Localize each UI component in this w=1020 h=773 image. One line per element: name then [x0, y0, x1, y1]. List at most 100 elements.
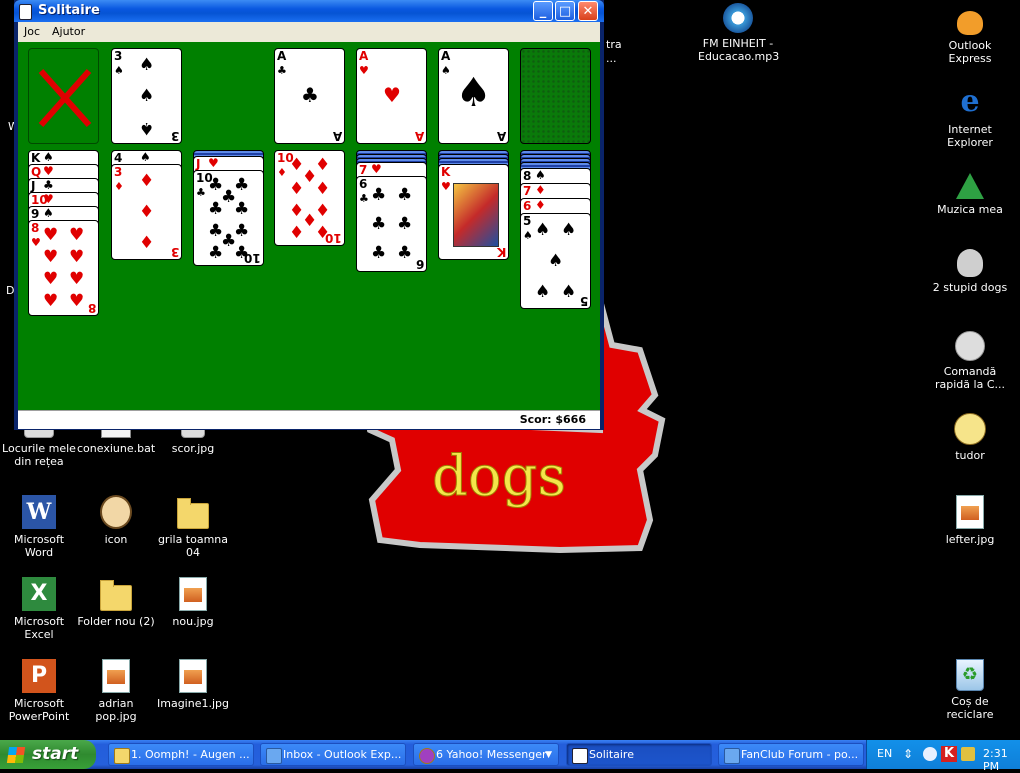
- card-pip: ♣: [371, 185, 387, 205]
- card-ace-spade: ♠: [455, 70, 492, 116]
- clock[interactable]: 2:31 PM: [983, 747, 1020, 773]
- task-label: 6 Yahoo! Messenger: [436, 748, 547, 761]
- card-pip: ♠: [561, 220, 577, 240]
- solitaire-app-icon: [19, 4, 32, 20]
- x-icon: [38, 69, 92, 127]
- foundation-hearts[interactable]: A ♥ ♥ A: [356, 48, 427, 144]
- score-display: Scor: $666: [519, 413, 586, 426]
- person-icon: [954, 413, 986, 445]
- outlook-icon: [957, 11, 983, 35]
- task-label: Solitaire: [589, 748, 634, 761]
- card-pip: ♥: [43, 225, 59, 245]
- tableau-card[interactable]: 6 ♣ ♣ ♣ ♣ ♣ ♣ ♣ 6: [356, 176, 427, 272]
- tray-app-icon[interactable]: [961, 747, 975, 761]
- desktop-icon-imagine1[interactable]: Imagine1.jpg: [154, 659, 232, 710]
- desktop-icon-label: Folder nou (2): [77, 615, 155, 628]
- network-status-icon[interactable]: [923, 747, 937, 761]
- card-pip: ♥: [69, 269, 85, 289]
- image-file-icon: [179, 659, 207, 693]
- stock-pile[interactable]: [28, 48, 99, 144]
- tableau-card[interactable]: K ♥ K: [438, 164, 509, 260]
- minimize-button[interactable]: _: [533, 1, 553, 21]
- desktop-icon-label: Microsoft Word: [13, 533, 65, 559]
- antivirus-icon[interactable]: K: [941, 746, 957, 762]
- foundation-spades[interactable]: A ♠ ♠ A: [438, 48, 509, 144]
- card-suit: ♥: [359, 64, 369, 77]
- card-pip: ♣: [397, 243, 413, 263]
- tableau-card[interactable]: 10 ♦ ♦ ♦ ♦ ♦ ♦ ♦ ♦ ♦ ♦ ♦ 10: [274, 150, 345, 246]
- desktop-icon-excel[interactable]: X Microsoft Excel: [0, 577, 78, 641]
- card-pip: ♠: [535, 282, 551, 302]
- card-pip: ♦: [315, 155, 331, 175]
- start-label: start: [32, 744, 79, 764]
- card-suit: ♣: [359, 192, 369, 205]
- tableau-card[interactable]: 3 ♦ ♦ ♦ ♦ 3: [111, 164, 182, 260]
- menu-ajutor[interactable]: Ajutor: [52, 25, 85, 38]
- card-rank: A: [414, 129, 424, 143]
- desktop-icon-muzica[interactable]: Muzica mea: [931, 167, 1009, 216]
- desktop-icon-adrian-pop[interactable]: adrian pop.jpg: [77, 659, 155, 723]
- card-suit: ♠: [114, 64, 124, 77]
- desktop-icon-fm-einheit[interactable]: FM EINHEIT - Educacao.mp3: [698, 3, 779, 63]
- title-bar[interactable]: Solitaire _ □ ✕: [14, 0, 604, 22]
- maximize-button[interactable]: □: [555, 1, 575, 21]
- card-pip: ♠: [139, 55, 155, 75]
- card-suit: ♣: [196, 186, 206, 199]
- windows-logo-icon: [6, 747, 26, 763]
- card-pip: ♥: [43, 247, 59, 267]
- card-suit: ♦: [535, 183, 546, 197]
- task-label: FanClub Forum - po...: [741, 748, 859, 761]
- language-options-icon[interactable]: ⇕: [903, 747, 915, 761]
- card-rank: J: [196, 157, 201, 171]
- close-button[interactable]: ✕: [578, 1, 598, 21]
- card-rank: 5: [579, 294, 588, 308]
- tableau-card[interactable]: 10 ♣ ♣ ♣ ♣ ♣ ♣ ♣ ♣ ♣ ♣ ♣ 10: [193, 170, 264, 266]
- desktop-icon-icon[interactable]: icon: [77, 495, 155, 546]
- language-indicator[interactable]: EN: [877, 747, 892, 760]
- taskbar-task-yahoo[interactable]: 6 Yahoo! Messenger ▼: [413, 743, 559, 766]
- card-rank: 3: [170, 245, 179, 259]
- desktop-icon-powerpoint[interactable]: P Microsoft PowerPoint: [0, 659, 78, 723]
- card-pip: ♠: [561, 282, 577, 302]
- card-pip: ♣: [371, 243, 387, 263]
- desktop-icon-label: Microsoft PowerPoint: [8, 697, 70, 723]
- desktop-icon-label: tudor: [955, 449, 985, 462]
- internet-explorer-icon: e: [960, 84, 980, 119]
- desktop-icon-tudor[interactable]: tudor: [931, 413, 1009, 462]
- desktop-icon-2-stupid-dogs[interactable]: 2 stupid dogs: [931, 249, 1009, 294]
- foundation-clubs[interactable]: A ♣ ♣ A: [274, 48, 345, 144]
- card-suit: ♣: [43, 178, 54, 192]
- start-button[interactable]: start: [0, 740, 96, 769]
- desktop-icon-lefter[interactable]: lefter.jpg: [931, 495, 1009, 546]
- taskbar-task-oomph[interactable]: 1. Oomph! - Augen ...: [108, 743, 254, 766]
- task-label: Inbox - Outlook Exp...: [283, 748, 402, 761]
- waste-card[interactable]: 3 ♠ ♠ ♠ ♠ 3: [111, 48, 182, 144]
- desktop-icon-folder-nou[interactable]: Folder nou (2): [77, 577, 155, 628]
- desktop-partial-label: tra: [606, 38, 622, 51]
- taskbar-task-solitaire[interactable]: Solitaire: [566, 743, 712, 766]
- desktop-icon-ie[interactable]: e Internet Explorer: [931, 84, 1009, 150]
- desktop-icon-grila[interactable]: grila toamna 04: [154, 495, 232, 559]
- desktop-icon-outlook[interactable]: Outlook Express: [931, 3, 1009, 65]
- taskbar-task-fanclub[interactable]: FanClub Forum - po...: [718, 743, 864, 766]
- taskbar-task-outlook[interactable]: Inbox - Outlook Exp...: [260, 743, 406, 766]
- card-suit: ♥: [371, 162, 382, 176]
- desktop-icon-nou-jpg[interactable]: nou.jpg: [154, 577, 232, 628]
- desktop-icon-shortcut[interactable]: Comandă rapidă la C...: [931, 331, 1009, 391]
- card-pip: ♦: [139, 202, 155, 222]
- card-rank: 8: [31, 221, 40, 235]
- desktop-icon-label: Imagine1.jpg: [157, 697, 229, 710]
- system-tray: EN ⇕ K 2:31 PM: [866, 740, 1020, 773]
- desktop-icon-recycle-bin[interactable]: ♻ Coș de reciclare: [931, 659, 1009, 721]
- card-rank: A: [332, 129, 342, 143]
- card-pip: ♣: [397, 214, 413, 234]
- tableau-card[interactable]: 5 ♠ ♠ ♠ ♠ ♠ ♠ 5: [520, 213, 591, 309]
- desktop-icon-word[interactable]: W Microsoft Word: [0, 495, 78, 559]
- card-rank: 4: [114, 151, 123, 165]
- menu-joc[interactable]: Joc: [24, 25, 40, 38]
- card-pip: ♣: [397, 185, 413, 205]
- card-pip: ♣: [208, 199, 224, 219]
- tableau-card[interactable]: 8 ♥ ♥ ♥ ♥ ♥ ♥ ♥ ♥ ♥ 8: [28, 220, 99, 316]
- desktop-icon-label: Microsoft Excel: [13, 615, 65, 641]
- foundation-empty-slot[interactable]: [520, 48, 591, 144]
